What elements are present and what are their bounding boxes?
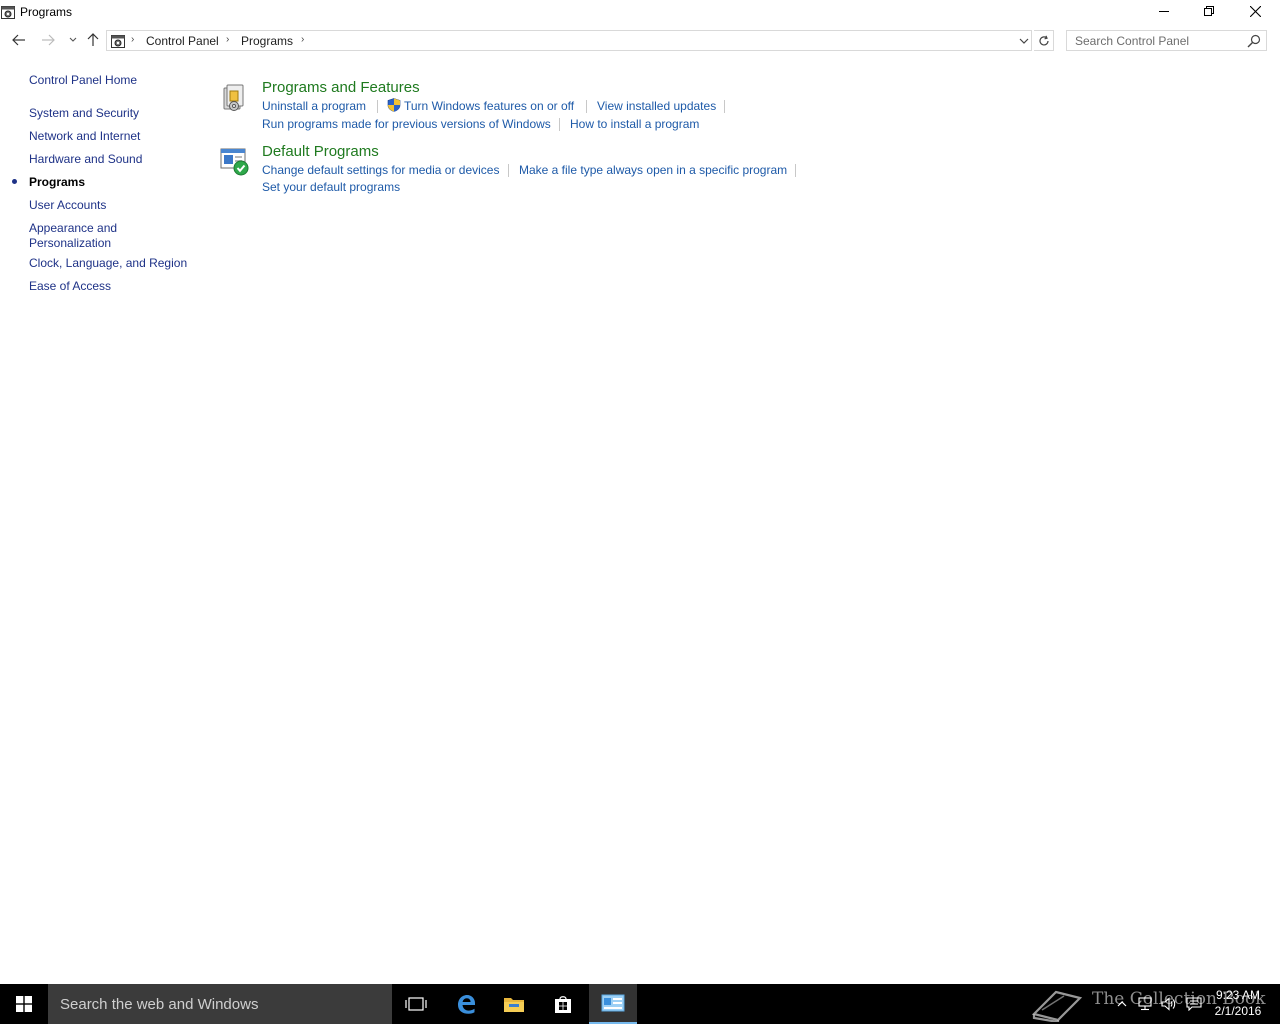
restore-button[interactable] [1186,0,1232,22]
link-divider [724,100,725,113]
default-programs-title[interactable]: Default Programs [262,143,379,160]
chevron-up-icon [1117,1001,1127,1007]
show-hidden-icons-button[interactable] [1114,996,1130,1012]
default-programs-icon[interactable] [219,146,249,176]
uac-shield-icon [387,98,401,112]
current-item-bullet-icon [12,179,17,184]
task-view-icon [405,997,427,1011]
file-explorer-button[interactable] [490,984,538,1024]
speaker-icon [1161,997,1176,1011]
network-icon [1138,997,1152,1011]
search-box[interactable] [1066,30,1267,51]
back-arrow-icon [12,34,25,46]
network-button[interactable] [1137,996,1153,1012]
windows-logo-icon [16,996,32,1012]
store-button[interactable] [539,984,587,1024]
programs-and-features-title[interactable]: Programs and Features [262,79,420,96]
breadcrumb-separator-icon[interactable]: › [226,34,229,45]
store-bag-icon [555,996,571,1013]
minimize-button[interactable] [1141,0,1187,22]
sidebar-item-appearance-and-personalization-line2[interactable]: Personalization [29,236,111,251]
task-view-button[interactable] [392,984,440,1024]
edge-icon [458,995,475,1014]
action-center-button[interactable] [1186,996,1202,1012]
control-panel-taskbar-button[interactable] [589,984,637,1024]
up-arrow-icon [87,33,99,46]
taskbar: Search the web and Windows The Collectio… [0,984,1280,1024]
control-panel-icon [601,994,625,1012]
restore-icon [1204,6,1214,16]
refresh-icon [1038,35,1049,45]
uninstall-program-link[interactable]: Uninstall a program [262,99,366,113]
title-bar: Programs [0,0,1280,24]
sidebar-item-hardware-and-sound[interactable]: Hardware and Sound [29,152,142,167]
turn-windows-features-link[interactable]: Turn Windows features on or off [404,99,574,113]
volume-button[interactable] [1161,996,1177,1012]
edge-browser-button[interactable] [442,984,490,1024]
clock-time[interactable]: 9:23 AM [1210,988,1266,1002]
taskbar-search-placeholder: Search the web and Windows [60,996,259,1013]
chevron-down-icon [69,37,77,42]
sidebar-item-system-and-security[interactable]: System and Security [29,106,139,121]
breadcrumb-separator-icon[interactable]: › [301,34,304,45]
search-icon[interactable] [1247,34,1261,48]
close-button[interactable] [1232,0,1278,22]
back-button[interactable] [10,31,28,49]
book-logo-icon [1031,990,1083,1022]
navigation-bar: › Control Panel › Programs › [0,27,1280,53]
view-installed-updates-link[interactable]: View installed updates [597,99,716,113]
sidebar-item-programs[interactable]: Programs [29,175,85,190]
control-panel-icon [1,6,15,19]
control-panel-icon [111,35,125,48]
sidebar-item-user-accounts[interactable]: User Accounts [29,198,106,213]
chevron-down-icon[interactable] [1018,35,1030,47]
window-title: Programs [20,5,73,19]
set-default-programs-link[interactable]: Set your default programs [262,180,400,194]
clock-date[interactable]: 2/1/2016 [1210,1004,1266,1018]
link-divider [377,100,378,113]
programs-and-features-icon[interactable] [220,82,250,112]
minimize-icon [1159,11,1169,12]
breadcrumb-separator-icon[interactable]: › [131,34,134,45]
control-panel-home-link[interactable]: Control Panel Home [29,73,137,88]
link-divider [586,100,587,113]
folder-icon [504,998,524,1012]
breadcrumb-control-panel[interactable]: Control Panel [146,34,219,48]
recent-locations-button[interactable] [64,31,82,49]
start-button[interactable] [0,984,48,1024]
sidebar-item-clock-language-region[interactable]: Clock, Language, and Region [29,256,187,271]
sidebar-item-ease-of-access[interactable]: Ease of Access [29,279,111,294]
taskbar-search-box[interactable]: Search the web and Windows [48,984,392,1024]
address-bar[interactable]: › Control Panel › Programs › [106,30,1032,51]
forward-button[interactable] [39,31,57,49]
sidebar-item-appearance-and-personalization[interactable]: Appearance and [29,221,117,236]
file-type-always-open-link[interactable]: Make a file type always open in a specif… [519,163,787,177]
breadcrumb-programs[interactable]: Programs [241,34,293,48]
how-to-install-link[interactable]: How to install a program [570,117,699,131]
search-input[interactable] [1067,31,1242,50]
notification-icon [1186,997,1202,1011]
refresh-button[interactable] [1034,30,1054,51]
link-divider [508,164,509,177]
link-divider [795,164,796,177]
forward-arrow-icon [42,34,55,46]
link-divider [559,118,560,131]
sidebar-item-network-and-internet[interactable]: Network and Internet [29,129,140,144]
close-icon [1249,5,1261,17]
run-previous-versions-link[interactable]: Run programs made for previous versions … [262,117,551,131]
change-default-settings-media-link[interactable]: Change default settings for media or dev… [262,163,499,177]
up-button[interactable] [84,31,102,49]
